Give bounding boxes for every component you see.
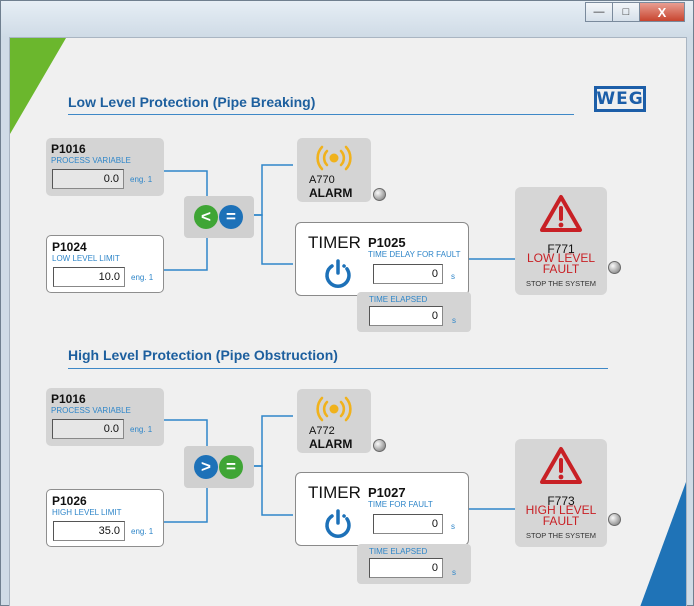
- warning-triangle-icon: [540, 447, 582, 484]
- low-alarm-indicator-led: [373, 188, 386, 201]
- minimize-button[interactable]: —: [585, 2, 612, 22]
- fault-stop-text: STOP THE SYSTEM: [525, 531, 597, 540]
- low-fault-box: F771 LOW LEVEL FAULT STOP THE SYSTEM: [515, 187, 607, 295]
- high-fault-box: F773 HIGH LEVEL FAULT STOP THE SYSTEM: [515, 439, 607, 547]
- high-level-limit-input[interactable]: 35.0: [53, 521, 125, 541]
- high-fault-indicator-led: [608, 513, 621, 526]
- timer-param-label: TIME DELAY FOR FAULT: [368, 250, 461, 259]
- fault-name: HIGH LEVEL FAULT: [515, 504, 607, 528]
- less-than-icon: <: [194, 205, 218, 229]
- timer-word: TIMER: [308, 233, 361, 252]
- unit-label: eng. 1: [131, 273, 154, 282]
- low-time-elapsed-box: TIME ELAPSED 0 s: [357, 292, 471, 332]
- equals-icon: =: [219, 455, 243, 479]
- high-alarm-indicator-led: [373, 439, 386, 452]
- low-process-variable-value: 0.0: [52, 169, 124, 189]
- high-section-title: High Level Protection (Pipe Obstruction): [68, 347, 338, 363]
- title-bar: — □ X: [1, 1, 693, 37]
- unit-label: eng. 1: [131, 527, 154, 536]
- high-level-limit-card: P1026 HIGH LEVEL LIMIT 35.0 eng. 1: [46, 489, 164, 547]
- param-code: P1026: [52, 494, 87, 508]
- high-time-elapsed-value: 0: [369, 558, 443, 578]
- app-window: — □ X WEG Low Level Protection (Pipe Bre…: [0, 0, 694, 606]
- low-process-variable-card: P1016 PROCESS VARIABLE 0.0 eng. 1: [46, 138, 164, 196]
- low-alarm-box: A770 ALARM: [297, 138, 371, 202]
- param-code: P1024: [52, 240, 87, 254]
- window-controls: — □ X: [585, 2, 685, 22]
- high-timer-fault-input[interactable]: 0: [373, 514, 443, 534]
- high-compare-block: > =: [184, 446, 254, 488]
- alarm-waves-icon: [316, 145, 352, 171]
- high-section-divider: [68, 368, 608, 369]
- high-alarm-box: A772 ALARM: [297, 389, 371, 453]
- alarm-code: A770: [309, 174, 335, 186]
- unit-label: s: [452, 568, 456, 577]
- low-section-divider: [68, 114, 574, 115]
- unit-label: s: [451, 522, 455, 531]
- timer-word: TIMER: [308, 483, 361, 502]
- low-section-title: Low Level Protection (Pipe Breaking): [68, 94, 316, 110]
- low-time-elapsed-value: 0: [369, 306, 443, 326]
- high-process-variable-card: P1016 PROCESS VARIABLE 0.0 eng. 1: [46, 388, 164, 446]
- param-label: PROCESS VARIABLE: [51, 406, 131, 415]
- low-timer-box: TIMER P1025 TIME DELAY FOR FAULT 0 s: [295, 222, 469, 296]
- timer-param-code: P1025: [368, 235, 406, 250]
- high-time-elapsed-box: TIME ELAPSED 0 s: [357, 544, 471, 584]
- param-label: LOW LEVEL LIMIT: [52, 254, 120, 263]
- unit-label: s: [452, 316, 456, 325]
- diagram-panel: WEG Low Level Protection (Pipe Breaking): [9, 37, 687, 606]
- low-level-limit-input[interactable]: 10.0: [53, 267, 125, 287]
- timer-power-icon: [325, 259, 351, 288]
- elapsed-label: TIME ELAPSED: [369, 547, 428, 556]
- elapsed-label: TIME ELAPSED: [369, 295, 428, 304]
- alarm-label: ALARM: [309, 186, 353, 200]
- timer-param-label: TIME FOR FAULT: [368, 500, 433, 509]
- param-label: PROCESS VARIABLE: [51, 156, 131, 165]
- alarm-label: ALARM: [309, 437, 353, 451]
- fault-name-line2: FAULT: [542, 262, 580, 276]
- fault-stop-text: STOP THE SYSTEM: [525, 279, 597, 288]
- high-process-variable-value: 0.0: [52, 419, 124, 439]
- low-level-limit-card: P1024 LOW LEVEL LIMIT 10.0 eng. 1: [46, 235, 164, 293]
- alarm-waves-icon: [316, 396, 352, 422]
- warning-triangle-icon: [540, 195, 582, 232]
- equals-icon: =: [219, 205, 243, 229]
- alarm-code: A772: [309, 425, 335, 437]
- close-button[interactable]: X: [639, 2, 685, 22]
- fault-name-line2: FAULT: [542, 514, 580, 528]
- unit-label: eng. 1: [130, 175, 153, 184]
- param-code: P1016: [51, 392, 86, 406]
- timer-param-code: P1027: [368, 485, 406, 500]
- fault-name: LOW LEVEL FAULT: [515, 252, 607, 276]
- low-compare-block: < =: [184, 196, 254, 238]
- param-code: P1016: [51, 142, 86, 156]
- timer-power-icon: [325, 509, 351, 538]
- maximize-button[interactable]: □: [612, 2, 639, 22]
- unit-label: s: [451, 272, 455, 281]
- param-label: HIGH LEVEL LIMIT: [52, 508, 122, 517]
- low-fault-indicator-led: [608, 261, 621, 274]
- greater-than-icon: >: [194, 455, 218, 479]
- unit-label: eng. 1: [130, 425, 153, 434]
- low-timer-delay-input[interactable]: 0: [373, 264, 443, 284]
- high-timer-box: TIMER P1027 TIME FOR FAULT 0 s: [295, 472, 469, 546]
